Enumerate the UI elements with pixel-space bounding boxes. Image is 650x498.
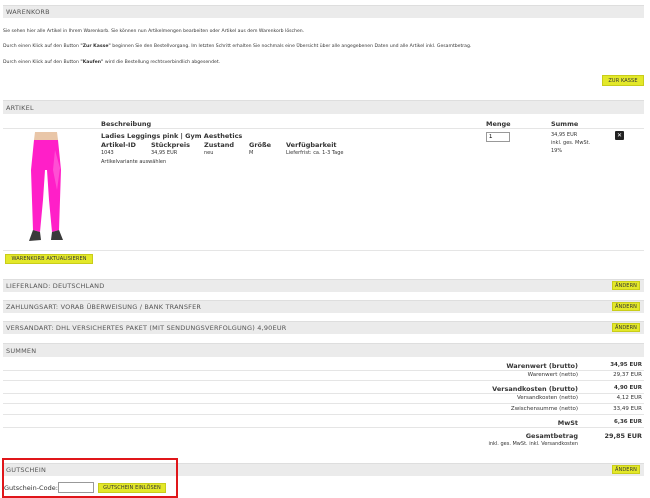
checkout-button[interactable]: ZUR KASSE [602, 75, 644, 86]
artikel-title: ARTIKEL [6, 103, 34, 112]
divider [3, 380, 644, 381]
summen-row-label: Versandkosten (brutto) [492, 385, 578, 393]
warenkorb-header: WARENKORB [3, 5, 644, 18]
divider [3, 427, 644, 428]
change-gutschein-button[interactable]: ÄNDERN [612, 465, 640, 474]
value-artikel-id: 1043 [101, 150, 114, 156]
close-icon: ✕ [616, 131, 623, 139]
label-zustand: Zustand [204, 141, 234, 149]
warenkorb-title: WARENKORB [6, 8, 50, 16]
product-name[interactable]: Ladies Leggings pink | Gym Aesthetics [101, 132, 242, 140]
summen-header: SUMMEN [3, 343, 644, 357]
zahlungsart-header: ZAHLUNGSART: VORAB ÜBERWEISUNG / BANK TR… [3, 300, 644, 313]
value-verfuegbarkeit: Lieferfrist: ca. 1-3 Tage [286, 150, 344, 156]
summen-row-value: 33,49 EUR [613, 406, 642, 412]
item-tax-rate: 19% [551, 148, 563, 154]
summen-row-value: 29,37 EUR [613, 372, 642, 378]
value-zustand: neu [204, 150, 214, 156]
quantity-input[interactable] [486, 132, 510, 142]
summen-row-value: 4,90 EUR [614, 385, 642, 391]
divider [3, 250, 644, 251]
gesamt-note: inkl. ges. MwSt. inkl. Versandkosten [488, 441, 578, 447]
versandart-header: VERSANDART: DHL VERSICHERTES PAKET (MIT … [3, 321, 644, 334]
change-lieferland-button[interactable]: ÄNDERN [612, 281, 640, 290]
summen-row-label: Versandkosten (netto) [516, 395, 578, 401]
summen-row-label: Warenwert (netto) [527, 372, 578, 378]
change-versandart-button[interactable]: ÄNDERN [612, 323, 640, 332]
artikel-header: ARTIKEL [3, 100, 644, 114]
delete-item-button[interactable]: ✕ [615, 131, 624, 140]
label-groesse: Größe [249, 141, 272, 149]
warenkorb-info-2: Durch einen Klick auf den Button "Zur Ka… [3, 44, 472, 49]
warenkorb-info-3: Durch einen Klick auf den Button "Kaufen… [3, 60, 221, 65]
zahlungsart-title: ZAHLUNGSART: VORAB ÜBERWEISUNG / BANK TR… [6, 303, 202, 311]
product-image[interactable] [15, 130, 77, 244]
variant-link[interactable]: Artikelvariante auswählen [101, 159, 166, 165]
summen-row-label: Warenwert (brutto) [506, 362, 578, 370]
highlight-box [2, 458, 178, 498]
summen-row-value: 34,95 EUR [610, 362, 642, 368]
gesamt-label: Gesamtbetrag [525, 432, 578, 440]
item-tax-note: inkl. ges. MwSt. [551, 140, 591, 146]
col-menge: Menge [486, 120, 511, 128]
divider [3, 414, 644, 415]
value-stueckpreis: 34,95 EUR [151, 150, 178, 156]
lieferland-title: LIEFERLAND: DEUTSCHLAND [6, 282, 105, 290]
change-zahlungsart-button[interactable]: ÄNDERN [612, 302, 640, 311]
divider [3, 393, 644, 394]
summen-row-label: MwSt [557, 419, 578, 427]
versandart-title: VERSANDART: DHL VERSICHERTES PAKET (MIT … [6, 324, 287, 332]
divider [3, 128, 644, 129]
item-sum: 34,95 EUR [551, 132, 578, 138]
label-artikel-id: Artikel-ID [101, 141, 136, 149]
gesamt-value: 29,85 EUR [604, 432, 642, 440]
summen-row-value: 6,36 EUR [614, 419, 642, 425]
summen-row-label: Zwischensumme (netto) [510, 406, 578, 412]
summen-row-value: 4,12 EUR [616, 395, 642, 401]
label-stueckpreis: Stückpreis [151, 141, 190, 149]
label-verfuegbarkeit: Verfügbarkeit [286, 141, 337, 149]
value-groesse: M [249, 150, 254, 156]
divider [3, 370, 644, 371]
lieferland-header: LIEFERLAND: DEUTSCHLAND [3, 279, 644, 292]
col-beschreibung: Beschreibung [101, 120, 152, 128]
warenkorb-info-1: Sie sehen hier alle Artikel in Ihrem War… [3, 29, 305, 34]
update-cart-button[interactable]: WARENKORB AKTUALISIEREN [5, 254, 93, 264]
col-summe: Summe [551, 120, 579, 128]
summen-title: SUMMEN [6, 346, 37, 355]
divider [3, 403, 644, 404]
